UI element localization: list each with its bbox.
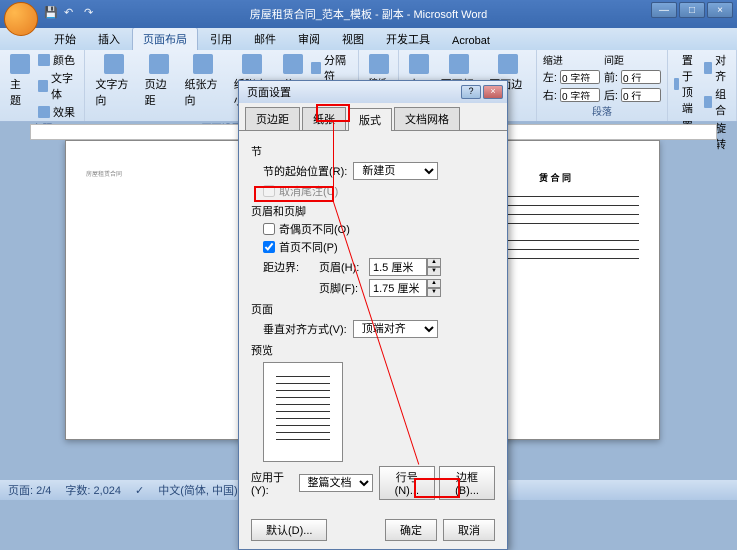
group-themes: 主题 颜色 文字体 效果 主题: [0, 50, 85, 121]
distance-label: 距边界:: [263, 259, 313, 275]
spin-down-icon[interactable]: ▼: [427, 288, 441, 297]
tab-page-layout[interactable]: 页面布局: [132, 27, 198, 50]
spacing-label: 间距: [604, 52, 661, 67]
office-button[interactable]: [4, 2, 38, 36]
ribbon-tabs: 开始 插入 页面布局 引用 邮件 审阅 视图 开发工具 Acrobat: [0, 28, 737, 50]
effects-button[interactable]: 效果: [38, 104, 78, 120]
fonts-button[interactable]: 文字体: [38, 70, 78, 102]
indent-label: 缩进: [543, 52, 600, 67]
dialog-tab-paper[interactable]: 纸张: [302, 107, 346, 130]
first-page-different-checkbox[interactable]: [263, 241, 275, 253]
tab-references[interactable]: 引用: [200, 28, 242, 50]
tab-review[interactable]: 审阅: [288, 28, 330, 50]
section-start-select[interactable]: 新建页: [353, 162, 438, 180]
section-start-label: 节的起始位置(R):: [263, 163, 347, 179]
quick-access-toolbar: 💾 ↶ ↷: [44, 6, 98, 20]
preview-box: [263, 362, 343, 462]
spin-up-icon[interactable]: ▲: [427, 279, 441, 288]
default-button[interactable]: 默认(D)...: [251, 519, 327, 541]
header-footer-group-label: 页眉和页脚: [251, 203, 495, 219]
section-group-label: 节: [251, 143, 495, 159]
minimize-button[interactable]: —: [651, 2, 677, 18]
footer-distance-input[interactable]: [369, 279, 427, 297]
dialog-tabs: 页边距 纸张 版式 文档网格: [239, 103, 507, 131]
odd-even-different-checkbox[interactable]: [263, 223, 275, 235]
cancel-button[interactable]: 取消: [443, 519, 495, 541]
footer-distance-label: 页脚(F):: [319, 280, 363, 296]
dialog-tab-margins[interactable]: 页边距: [245, 107, 300, 130]
spin-down-icon[interactable]: ▼: [427, 267, 441, 276]
header-distance-label: 页眉(H):: [319, 259, 363, 275]
window-titlebar: 💾 ↶ ↷ 房屋租赁合同_范本_模板 - 副本 - Microsoft Word…: [0, 0, 737, 28]
header-text: 房屋租赁合同: [86, 171, 254, 179]
orientation-button[interactable]: 纸张方向: [181, 52, 226, 110]
odd-even-different-label: 奇偶页不同(O): [279, 221, 350, 237]
first-page-different-label: 首页不同(P): [279, 239, 338, 255]
spin-up-icon[interactable]: ▲: [427, 258, 441, 267]
tab-developer[interactable]: 开发工具: [376, 28, 440, 50]
group-label: 段落: [543, 103, 661, 120]
indent-left-input[interactable]: [560, 70, 600, 84]
dialog-tab-grid[interactable]: 文档网格: [394, 107, 460, 130]
dialog-tab-layout[interactable]: 版式: [348, 108, 392, 131]
page-group-label: 页面: [251, 301, 495, 317]
line-numbers-button[interactable]: 行号(N)...: [379, 466, 436, 500]
align-button[interactable]: 对齐: [704, 52, 730, 84]
close-button[interactable]: ×: [707, 2, 733, 18]
dialog-close-button[interactable]: ×: [483, 85, 503, 99]
text-direction-button[interactable]: 文字方向: [91, 52, 136, 110]
page-setup-dialog: 页面设置 ? × 页边距 纸张 版式 文档网格 节 节的起始位置(R): 新建页…: [238, 80, 508, 550]
language-status[interactable]: 中文(简体, 中国): [158, 482, 237, 498]
tab-acrobat[interactable]: Acrobat: [442, 32, 500, 50]
valign-label: 垂直对齐方式(V):: [263, 321, 347, 337]
apply-to-select[interactable]: 整篇文档: [299, 474, 373, 492]
indent-right-input[interactable]: [560, 88, 600, 102]
preview-label: 预览: [251, 342, 495, 358]
suppress-endnotes-checkbox: [263, 185, 275, 197]
group-arrange: 置于顶端 置于底端 文字环绕 对齐 组合 旋转 排列: [668, 50, 737, 121]
borders-button[interactable]: 边框(B)...: [439, 466, 495, 500]
maximize-button[interactable]: □: [679, 2, 705, 18]
valign-select[interactable]: 顶端对齐: [353, 320, 438, 338]
colors-button[interactable]: 颜色: [38, 52, 78, 68]
tab-mailings[interactable]: 邮件: [244, 28, 286, 50]
dialog-title-text: 页面设置: [247, 84, 291, 100]
dialog-titlebar[interactable]: 页面设置 ? ×: [239, 81, 507, 103]
group-paragraph: 缩进 左: 右: 间距 前: 后: 段落: [537, 50, 668, 121]
spacing-before-input[interactable]: [621, 70, 661, 84]
header-distance-input[interactable]: [369, 258, 427, 276]
window-title: 房屋租赁合同_范本_模板 - 副本 - Microsoft Word: [250, 6, 488, 22]
tab-view[interactable]: 视图: [332, 28, 374, 50]
page-number-status[interactable]: 页面: 2/4: [8, 482, 51, 498]
suppress-endnotes-label: 取消尾注(U): [279, 183, 338, 199]
apply-to-label: 应用于(Y):: [251, 469, 295, 497]
dialog-help-button[interactable]: ?: [461, 85, 481, 99]
margins-button[interactable]: 页边距: [141, 52, 177, 110]
themes-button[interactable]: 主题: [6, 52, 34, 110]
tab-insert[interactable]: 插入: [88, 28, 130, 50]
tab-home[interactable]: 开始: [44, 28, 86, 50]
undo-icon[interactable]: ↶: [64, 6, 78, 20]
save-icon[interactable]: 💾: [44, 6, 58, 20]
proofing-icon[interactable]: ✓: [135, 484, 144, 497]
word-count-status[interactable]: 字数: 2,024: [65, 482, 121, 498]
redo-icon[interactable]: ↷: [84, 6, 98, 20]
ok-button[interactable]: 确定: [385, 519, 437, 541]
spacing-after-input[interactable]: [621, 88, 661, 102]
group-button[interactable]: 组合: [704, 86, 730, 118]
bring-front-button[interactable]: 置于顶端: [674, 52, 700, 116]
